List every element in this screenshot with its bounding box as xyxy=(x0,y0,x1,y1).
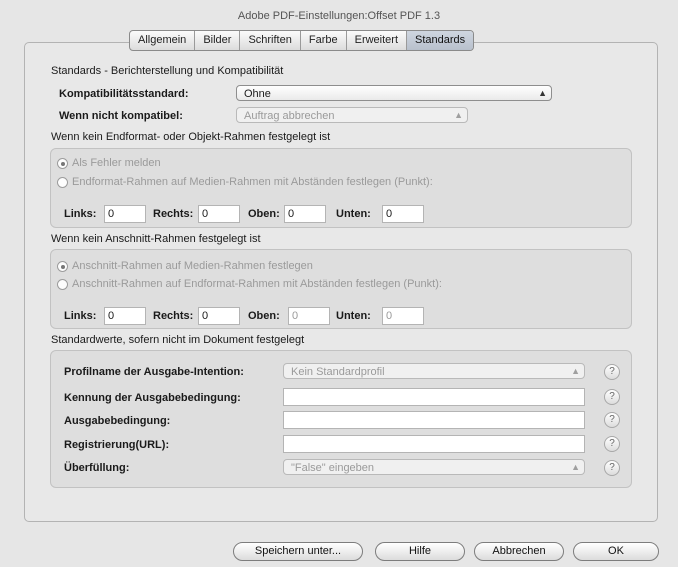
bleedbox-option-offsets-label: Anschnitt-Rahmen auf Endformat-Rahmen mi… xyxy=(72,278,442,290)
noncompat-select[interactable]: Auftrag abbrechen ▲ xyxy=(236,107,468,123)
bleedbox-option-media-label: Anschnitt-Rahmen auf Medien-Rahmen festl… xyxy=(72,260,313,272)
select-arrows-icon: ▲ xyxy=(571,462,580,472)
trapped-value: "False" eingeben xyxy=(291,462,375,474)
trapped-select[interactable]: "False" eingeben ▲ xyxy=(283,459,585,475)
trimbox-unten-input[interactable]: 0 xyxy=(382,205,424,223)
cancel-button[interactable]: Abbrechen xyxy=(474,542,564,561)
tab-erweitert[interactable]: Erweitert xyxy=(347,31,408,50)
help-button[interactable]: Hilfe xyxy=(375,542,465,561)
tab-schriften[interactable]: Schriften xyxy=(240,31,301,50)
ok-button[interactable]: OK xyxy=(573,542,659,561)
bleedbox-links-input[interactable]: 0 xyxy=(104,307,146,325)
defaults-group-title: Standardwerte, sofern nicht im Dokument … xyxy=(51,334,305,346)
noncompat-label: Wenn nicht kompatibel: xyxy=(59,110,183,122)
profile-value: Kein Standardprofil xyxy=(291,366,385,378)
bleedbox-oben-input[interactable]: 0 xyxy=(288,307,330,325)
help-icon-condition[interactable]: ? xyxy=(604,412,620,428)
select-arrows-icon: ▲ xyxy=(538,88,547,98)
bleedbox-links-label: Links: xyxy=(64,310,97,322)
tab-allgemein[interactable]: Allgemein xyxy=(130,31,196,50)
registry-input[interactable] xyxy=(283,435,585,453)
save-as-button[interactable]: Speichern unter... xyxy=(233,542,363,561)
select-arrows-icon: ▲ xyxy=(454,110,463,120)
noncompat-value: Auftrag abbrechen xyxy=(244,110,335,122)
bleedbox-radio-media[interactable] xyxy=(57,261,68,272)
compat-standard-select[interactable]: Ohne ▲ xyxy=(236,85,552,101)
help-icon-profile[interactable]: ? xyxy=(604,364,620,380)
select-arrows-icon: ▲ xyxy=(571,366,580,376)
bleedbox-unten-label: Unten: xyxy=(336,310,371,322)
condition-id-label: Kennung der Ausgabebedingung: xyxy=(64,392,241,404)
bleedbox-rechts-input[interactable]: 0 xyxy=(198,307,240,325)
help-icon-registry[interactable]: ? xyxy=(604,436,620,452)
trimbox-unten-label: Unten: xyxy=(336,208,371,220)
help-icon-condition-id[interactable]: ? xyxy=(604,389,620,405)
trimbox-radio-offsets[interactable] xyxy=(57,177,68,188)
bleedbox-group-title: Wenn kein Anschnitt-Rahmen festgelegt is… xyxy=(51,233,261,245)
trimbox-links-input[interactable]: 0 xyxy=(104,205,146,223)
compat-standard-value: Ohne xyxy=(244,88,271,100)
trimbox-group-title: Wenn kein Endformat- oder Objekt-Rahmen … xyxy=(51,131,331,143)
tab-farbe[interactable]: Farbe xyxy=(301,31,347,50)
bleedbox-oben-label: Oben: xyxy=(248,310,280,322)
trimbox-rechts-input[interactable]: 0 xyxy=(198,205,240,223)
help-icon-trapped[interactable]: ? xyxy=(604,460,620,476)
tab-bilder[interactable]: Bilder xyxy=(195,31,241,50)
bleedbox-rechts-label: Rechts: xyxy=(153,310,194,322)
trimbox-oben-input[interactable]: 0 xyxy=(284,205,326,223)
bleedbox-radio-offsets[interactable] xyxy=(57,279,68,290)
trimbox-links-label: Links: xyxy=(64,208,97,220)
bleedbox-unten-input[interactable]: 0 xyxy=(382,307,424,325)
compat-standard-label: Kompatibilitätsstandard: xyxy=(59,88,189,100)
trimbox-option-offsets-label: Endformat-Rahmen auf Medien-Rahmen mit A… xyxy=(72,176,433,188)
condition-id-input[interactable] xyxy=(283,388,585,406)
profile-select[interactable]: Kein Standardprofil ▲ xyxy=(283,363,585,379)
trimbox-rechts-label: Rechts: xyxy=(153,208,194,220)
trimbox-option-error-label: Als Fehler melden xyxy=(72,157,161,169)
tab-standards[interactable]: Standards xyxy=(407,31,474,50)
registry-label: Registrierung(URL): xyxy=(64,439,170,451)
window-title: Adobe PDF-Einstellungen:Offset PDF 1.3 xyxy=(237,10,441,22)
condition-label: Ausgabebedingung: xyxy=(64,415,171,427)
trapped-label: Überfüllung: xyxy=(64,462,130,474)
profile-label: Profilname der Ausgabe-Intention: xyxy=(64,366,244,378)
trimbox-radio-error[interactable] xyxy=(57,158,68,169)
section-title: Standards - Berichterstellung und Kompat… xyxy=(51,65,284,77)
trimbox-oben-label: Oben: xyxy=(248,208,280,220)
tab-bar: Allgemein Bilder Schriften Farbe Erweite… xyxy=(129,30,475,51)
condition-input[interactable] xyxy=(283,411,585,429)
